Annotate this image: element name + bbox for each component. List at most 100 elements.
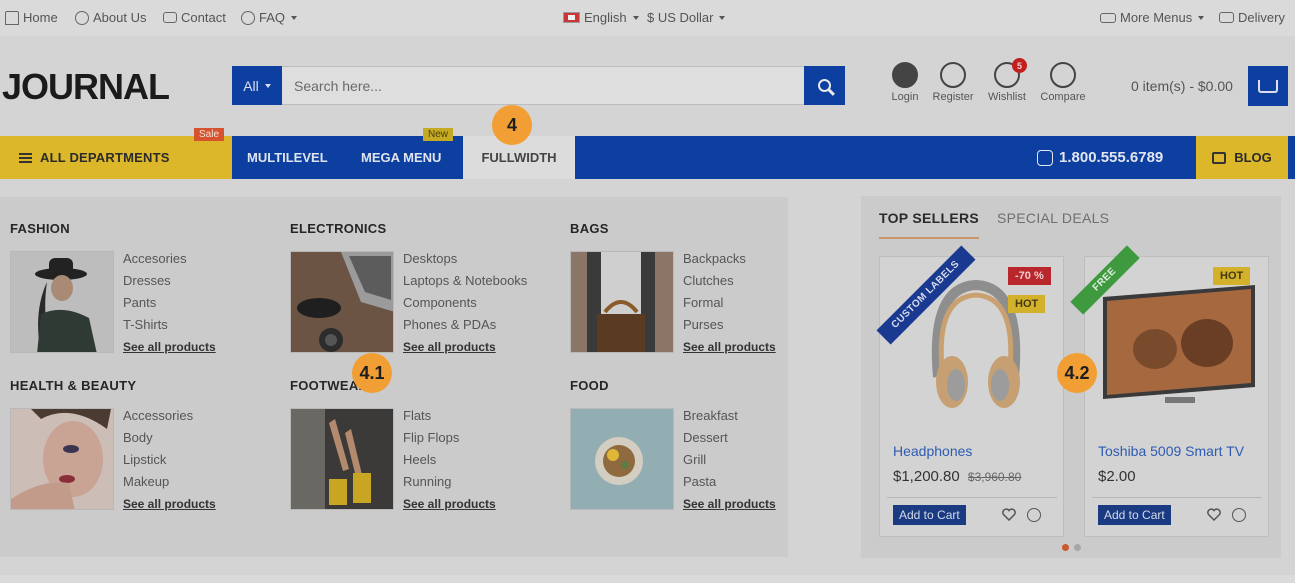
cart-button[interactable] <box>1248 66 1288 106</box>
category-health-beauty: HEALTH & BEAUTY Accessories Body Lipstic… <box>10 378 216 511</box>
compare-button[interactable]: Compare <box>1038 62 1088 103</box>
search-button[interactable] <box>804 66 845 105</box>
category-link[interactable]: Dessert <box>683 427 776 449</box>
sale-tag: Sale <box>194 128 225 141</box>
faq-label: FAQ <box>259 10 286 25</box>
nav-multilevel[interactable]: MULTILEVEL <box>247 136 328 179</box>
login-button[interactable]: Login <box>887 62 923 103</box>
category-link[interactable]: Purses <box>683 314 776 336</box>
category-bags: BAGS Backpacks Clutches Formal Purses Se… <box>570 221 776 354</box>
category-link[interactable]: Accesories <box>123 248 216 270</box>
cart-summary[interactable]: 0 item(s) - $0.00 <box>1131 78 1233 94</box>
category-link[interactable]: Clutches <box>683 270 776 292</box>
wishlist-heart-icon[interactable] <box>1207 508 1221 521</box>
see-all-link[interactable]: See all products <box>123 336 216 358</box>
currency-select[interactable]: $ US Dollar <box>647 10 726 25</box>
electronics-image[interactable] <box>290 251 394 353</box>
category-link[interactable]: Formal <box>683 292 776 314</box>
nav-mega-menu[interactable]: MEGA MENU <box>361 136 441 179</box>
pencil-icon <box>940 62 966 88</box>
category-link[interactable]: Dresses <box>123 270 216 292</box>
user-circle-icon <box>75 10 89 25</box>
category-link[interactable]: Pasta <box>683 471 776 493</box>
category-link[interactable]: T-Shirts <box>123 314 216 336</box>
delivery-link[interactable]: Delivery <box>1219 10 1285 25</box>
see-all-link[interactable]: See all products <box>683 336 776 358</box>
wishlist-heart-icon[interactable] <box>1002 508 1016 521</box>
nav-fullwidth-label: FULLWIDTH <box>481 150 557 165</box>
more-menus[interactable]: More Menus <box>1100 10 1205 25</box>
home-link[interactable]: Home <box>5 10 58 25</box>
product-price-current: $2.00 <box>1098 468 1136 485</box>
phone-link[interactable]: 1.800.555.6789 <box>1037 136 1163 179</box>
bags-image[interactable] <box>570 251 674 353</box>
compare-icon[interactable] <box>1027 508 1041 522</box>
wishlist-button[interactable]: 5 Wishlist <box>985 58 1029 103</box>
search-input[interactable] <box>282 66 804 105</box>
category-link[interactable]: Flats <box>403 405 496 427</box>
divider <box>1092 497 1262 498</box>
wishlist-label: Wishlist <box>988 91 1026 103</box>
category-link[interactable]: Lipstick <box>123 449 216 471</box>
uk-flag-icon <box>563 12 580 23</box>
fashion-image[interactable] <box>10 251 114 353</box>
main-nav: ALL DEPARTMENTS Sale MULTILEVEL MEGA MEN… <box>0 128 1295 179</box>
category-link[interactable]: Running <box>403 471 496 493</box>
chevron-down-icon <box>264 83 271 88</box>
category-link[interactable]: Backpacks <box>683 248 776 270</box>
chevron-down-icon <box>632 15 639 20</box>
category-link[interactable]: Makeup <box>123 471 216 493</box>
list-user-icon <box>1100 12 1116 23</box>
category-link[interactable]: Heels <box>403 449 496 471</box>
menu-icon <box>19 152 32 163</box>
about-link[interactable]: About Us <box>75 10 146 25</box>
category-link[interactable]: Components <box>403 292 527 314</box>
category-link[interactable]: Phones & PDAs <box>403 314 527 336</box>
nav-blog[interactable]: BLOG <box>1196 136 1288 179</box>
cart-icon <box>1258 79 1278 93</box>
category-title: ELECTRONICS <box>290 221 387 236</box>
compare-icon[interactable] <box>1232 508 1246 522</box>
home-icon <box>5 10 19 25</box>
language-select[interactable]: English <box>563 10 639 25</box>
site-logo[interactable]: JOURNAL <box>2 66 170 108</box>
see-all-link[interactable]: See all products <box>403 336 527 358</box>
category-links: Accesories Dresses Pants T-Shirts See al… <box>123 248 216 358</box>
contact-link[interactable]: Contact <box>163 10 226 25</box>
phone-icon <box>1037 149 1053 166</box>
hot-label: HOT <box>1008 295 1046 313</box>
category-link[interactable]: Body <box>123 427 216 449</box>
product-price-old: $3,960.80 <box>967 470 1022 484</box>
blog-icon <box>1212 151 1227 164</box>
see-all-link[interactable]: See all products <box>683 493 776 515</box>
carousel-dot[interactable] <box>1074 544 1081 551</box>
category-link[interactable]: Accessories <box>123 405 216 427</box>
see-all-link[interactable]: See all products <box>403 493 496 515</box>
category-title: FOOD <box>570 378 609 393</box>
tab-top-sellers[interactable]: TOP SELLERS <box>879 210 980 239</box>
category-link[interactable]: Laptops & Notebooks <box>403 270 527 292</box>
search-icon <box>818 79 831 92</box>
faq-menu[interactable]: FAQ <box>241 10 298 25</box>
food-image[interactable] <box>570 408 674 510</box>
footwear-image[interactable] <box>290 408 394 510</box>
product-name[interactable]: Toshiba 5009 Smart TV <box>1098 443 1244 459</box>
category-link[interactable]: Flip Flops <box>403 427 496 449</box>
health-beauty-image[interactable] <box>10 408 114 510</box>
mega-menu-panel: FASHION Accesories Dresses Pants T-Shirt… <box>0 197 788 557</box>
category-link[interactable]: Pants <box>123 292 216 314</box>
category-link[interactable]: Breakfast <box>683 405 776 427</box>
register-button[interactable]: Register <box>930 62 976 103</box>
add-to-cart-button[interactable]: Add to Cart <box>893 505 966 525</box>
product-name[interactable]: Headphones <box>893 443 972 459</box>
category-link[interactable]: Grill <box>683 449 776 471</box>
add-to-cart-button[interactable]: Add to Cart <box>1098 505 1171 525</box>
search-category-select[interactable]: All <box>232 66 282 105</box>
see-all-link[interactable]: See all products <box>123 493 216 515</box>
tab-special-deals[interactable]: SPECIAL DEALS <box>997 210 1109 226</box>
carousel-dot[interactable] <box>1062 544 1069 551</box>
all-departments-button[interactable]: ALL DEPARTMENTS <box>0 136 232 179</box>
search-bar: All <box>232 66 845 105</box>
nav-mega-menu-label: MEGA MENU <box>361 150 442 165</box>
category-link[interactable]: Desktops <box>403 248 527 270</box>
